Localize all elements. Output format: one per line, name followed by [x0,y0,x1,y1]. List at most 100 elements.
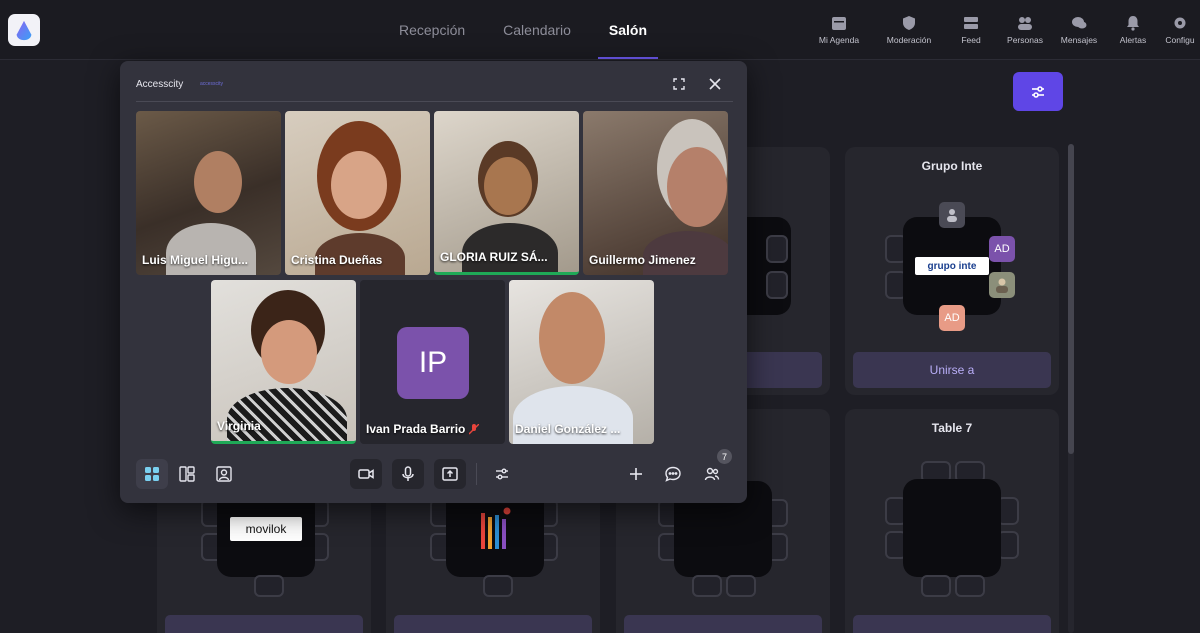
table-card: Table 7 [845,409,1059,633]
participant-tile[interactable]: Cristina Dueñas [285,111,430,275]
avatar[interactable]: AD [989,236,1015,262]
video-call-window: Accesscity accesscity Luis Miguel Higu..… [120,61,747,503]
participant-name: GLORIA RUIZ SÁ... [440,250,548,264]
avatar[interactable] [989,272,1015,298]
people-icon [1018,17,1032,30]
sliders-icon [496,468,508,480]
feed-icon [964,17,978,29]
participant-video [227,388,347,441]
participant-video [539,292,605,384]
join-button[interactable] [624,615,822,633]
nav-label: Personas [1007,35,1043,45]
nav-label: Alertas [1119,35,1147,45]
participant-video [331,151,387,219]
nav-configuracion[interactable]: Configu [1160,0,1200,60]
nav-personas[interactable]: Personas [998,0,1052,60]
call-subtitle: accesscity [200,81,224,87]
participant-tile[interactable]: Virginia [211,280,356,444]
participant-avatar: IP [397,327,469,399]
divider [136,101,733,102]
nav-label: Moderación [886,35,932,45]
seat[interactable] [483,575,513,597]
people-icon [704,467,720,481]
participant-name: Cristina Dueñas [291,253,383,267]
seat[interactable] [254,575,284,597]
avatar[interactable]: AD [939,305,965,331]
bell-icon [1127,16,1139,31]
nav-moderacion[interactable]: Moderación [874,0,944,60]
seat[interactable] [766,235,788,263]
speaker-view-button[interactable] [208,459,240,489]
seat[interactable] [955,575,985,597]
participants-count-badge: 7 [717,449,732,464]
participant-name: Daniel González ... [515,422,621,436]
expand-icon [673,78,685,90]
participant-name: Guillermo Jimenez [589,253,696,267]
chat-icon [1072,17,1087,29]
table-surface [903,479,1001,577]
share-screen-button[interactable] [434,459,466,489]
nav-feed[interactable]: Feed [944,0,998,60]
avatar[interactable] [939,202,965,228]
layout-icon [179,466,195,482]
join-button[interactable] [394,615,592,633]
sliders-icon [1032,85,1044,98]
join-button[interactable] [853,615,1051,633]
join-button[interactable]: Unirse a [853,352,1051,388]
microphone-button[interactable] [392,459,424,489]
seat[interactable] [726,575,756,597]
filter-button[interactable] [1013,72,1063,111]
tab-recepcion[interactable]: Recepción [380,0,484,60]
participant-name-row: Ivan Prada Barrio [366,422,480,436]
nav-icons: Mi Agenda Moderación Feed Personas Mensa… [804,0,1200,60]
person-icon [947,209,957,222]
nav-alertas[interactable]: Alertas [1106,0,1160,60]
participant-name: Ivan Prada Barrio [366,422,466,436]
mic-muted-icon [469,423,480,434]
participant-tile[interactable]: Guillermo Jimenez [583,111,728,275]
close-button[interactable] [706,75,724,93]
main-tabs: Recepción Calendario Salón [380,0,666,60]
participant-name: Luis Miguel Higu... [142,253,248,267]
nav-label: Mensajes [1060,35,1098,45]
company-logo: grupo inte [915,257,989,275]
seat[interactable] [766,271,788,299]
participant-video [166,223,256,275]
table-surface: grupo inte [903,217,1001,315]
grid-view-button[interactable] [136,459,168,489]
chat-button[interactable] [657,459,689,489]
camera-button[interactable] [350,459,382,489]
scrollbar[interactable] [1068,144,1074,633]
portrait-icon [216,466,232,482]
nav-mensajes[interactable]: Mensajes [1052,0,1106,60]
join-button[interactable] [165,615,363,633]
microphone-icon [402,466,414,481]
company-logo: movilok [230,517,302,541]
participant-tile[interactable]: GLORIA RUIZ SÁ... [434,111,579,275]
scrollbar-thumb[interactable] [1068,144,1074,454]
sidebar-view-button[interactable] [171,459,203,489]
seat[interactable] [692,575,722,597]
participant-tile[interactable]: Daniel González ... [509,280,654,444]
divider [476,463,477,485]
table-name: Table 7 [931,421,973,435]
person-icon [996,278,1008,293]
nav-mi-agenda[interactable]: Mi Agenda [804,0,874,60]
seat[interactable] [921,575,951,597]
participant-tile[interactable]: IP Ivan Prada Barrio [360,280,505,444]
participant-video [194,151,242,213]
settings-button[interactable] [486,459,518,489]
fullscreen-button[interactable] [670,75,688,93]
nav-label: Configu [1165,35,1195,45]
company-logo-icon [481,507,511,549]
participant-video [667,147,727,227]
participant-tile[interactable]: Luis Miguel Higu... [136,111,281,275]
tab-calendario[interactable]: Calendario [484,0,590,60]
gear-icon [1174,17,1186,29]
tab-salon[interactable]: Salón [590,0,666,60]
app-logo[interactable] [8,14,40,46]
add-button[interactable] [620,459,652,489]
shield-icon [903,16,915,30]
calendar-icon [832,17,846,30]
table-card: Grupo Inte grupo inte AD AD Unirse a [845,147,1059,395]
